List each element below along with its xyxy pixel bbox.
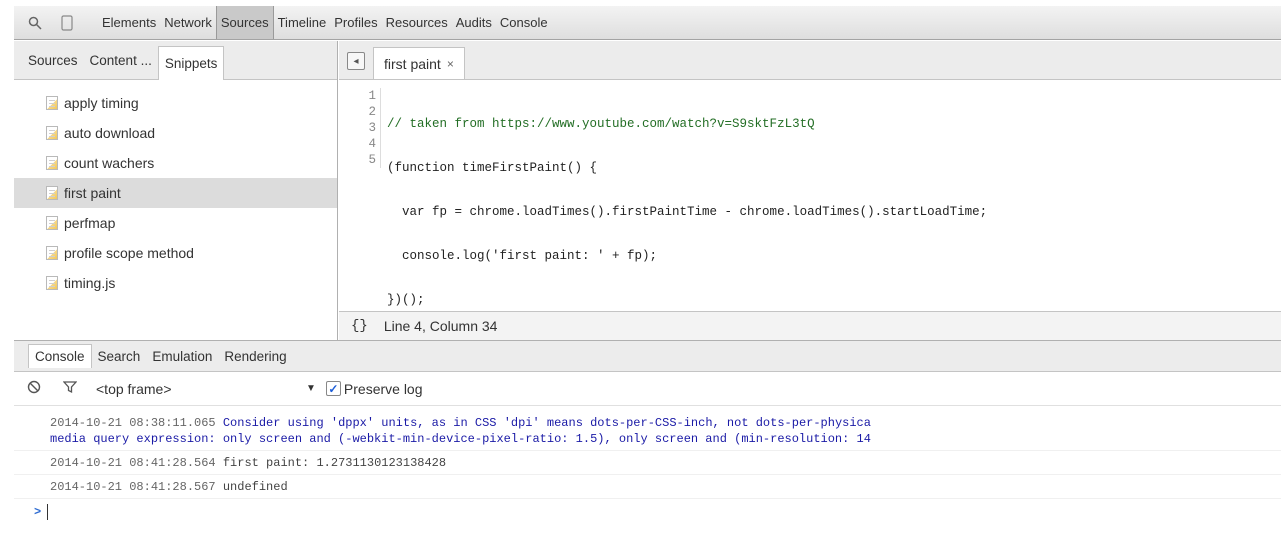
snippet-item[interactable]: auto download — [14, 118, 337, 148]
tab-resources[interactable]: Resources — [382, 6, 452, 39]
line-number: 3 — [368, 121, 376, 135]
filter-icon[interactable] — [60, 380, 80, 397]
console-message: 2014-10-21 08:41:28.567 undefined — [14, 475, 1281, 499]
tab-content-scripts[interactable]: Content ... — [84, 47, 158, 74]
snippet-item[interactable]: timing.js — [14, 268, 337, 298]
snippet-file-icon — [46, 126, 58, 140]
chevron-down-icon[interactable]: ▼ — [306, 383, 316, 394]
editor-file-tab[interactable]: first paint × — [373, 47, 465, 79]
pretty-print-button[interactable]: {} — [351, 318, 368, 334]
snippet-label: apply timing — [64, 95, 139, 111]
devtools-toolbar: Elements Network Sources Timeline Profil… — [14, 6, 1281, 40]
toggle-navigator-icon[interactable]: ◂ — [347, 52, 365, 70]
line-gutter: 1 2 3 4 5 — [339, 88, 381, 168]
snippet-file-icon — [46, 216, 58, 230]
snippet-item[interactable]: perfmap — [14, 208, 337, 238]
device-mode-icon[interactable] — [56, 12, 78, 34]
snippet-label: profile scope method — [64, 245, 194, 261]
snippet-label: timing.js — [64, 275, 116, 291]
console-messages: 2014-10-21 08:38:11.065 Consider using '… — [14, 412, 1281, 536]
tab-console[interactable]: Console — [496, 6, 552, 39]
line-number: 4 — [368, 137, 376, 151]
clear-console-icon[interactable] — [24, 380, 44, 397]
code-line: var fp = chrome.loadTimes().firstPaintTi… — [387, 205, 988, 219]
snippet-label: count wachers — [64, 155, 155, 171]
tab-timeline[interactable]: Timeline — [274, 6, 331, 39]
snippet-file-icon — [46, 96, 58, 110]
search-icon[interactable] — [24, 12, 46, 34]
tab-profiles[interactable]: Profiles — [330, 6, 381, 39]
snippet-file-icon — [46, 156, 58, 170]
text-caret — [47, 503, 49, 520]
prompt-chevron-icon: > — [34, 505, 42, 519]
snippet-file-icon — [46, 186, 58, 200]
navigator-tabs: Sources Content ... Snippets — [14, 41, 337, 80]
line-number: 2 — [368, 105, 376, 119]
code-editor[interactable]: 1 2 3 4 5 // taken from https://www.yout… — [339, 80, 1281, 310]
line-number: 1 — [368, 89, 376, 103]
message-timestamp: 2014-10-21 08:41:28.567 — [50, 480, 216, 494]
tab-sources-nav[interactable]: Sources — [22, 47, 84, 74]
drawer-tabs: Console Search Emulation Rendering — [14, 340, 1281, 372]
tab-sources[interactable]: Sources — [215, 6, 274, 39]
drawer-tab-emulation[interactable]: Emulation — [146, 345, 218, 368]
code-line: console.log('first paint: ' + fp); — [387, 249, 658, 263]
tab-elements[interactable]: Elements — [98, 6, 160, 39]
message-continuation: media query expression: only screen and … — [50, 432, 871, 446]
code-line: // taken from https://www.youtube.com/wa… — [387, 117, 815, 131]
message-timestamp: 2014-10-21 08:41:28.564 — [50, 456, 216, 470]
preserve-log-label: Preserve log — [343, 380, 423, 397]
snippet-item[interactable]: count wachers — [14, 148, 337, 178]
drawer-tab-rendering[interactable]: Rendering — [218, 345, 292, 368]
console-message: 2014-10-21 08:38:11.065 Consider using '… — [14, 412, 1281, 451]
panel-tabs: Elements Network Sources Timeline Profil… — [98, 6, 552, 39]
frame-selector[interactable]: <top frame> — [96, 381, 296, 397]
console-prompt[interactable]: > — [14, 499, 1281, 525]
message-text: undefined — [222, 480, 288, 494]
snippet-file-icon — [46, 246, 58, 260]
line-number: 5 — [368, 153, 376, 167]
tab-snippets[interactable]: Snippets — [157, 45, 225, 80]
console-toolbar: <top frame> ▼ ✓ Preserve log — [14, 372, 1281, 406]
code-line: (function timeFirstPaint() { — [387, 161, 598, 175]
message-timestamp: 2014-10-21 08:38:11.065 — [50, 416, 216, 430]
cursor-position: Line 4, Column 34 — [383, 318, 498, 334]
snippet-item-selected[interactable]: first paint — [14, 178, 337, 208]
snippet-item[interactable]: profile scope method — [14, 238, 337, 268]
snippet-label: auto download — [64, 125, 156, 141]
editor-panel: ◂ first paint × 1 2 3 4 5 // taken from … — [339, 41, 1281, 340]
console-message: 2014-10-21 08:41:28.564 first paint: 1.2… — [14, 451, 1281, 475]
close-icon[interactable]: × — [447, 57, 454, 71]
drawer-tab-search[interactable]: Search — [92, 345, 147, 368]
snippet-item[interactable]: apply timing — [14, 88, 337, 118]
snippet-label: perfmap — [64, 215, 116, 231]
snippet-list: apply timing auto download count wachers… — [14, 80, 337, 298]
snippet-label: first paint — [64, 185, 121, 201]
tab-audits[interactable]: Audits — [452, 6, 496, 39]
code-content: // taken from https://www.youtube.com/wa… — [387, 88, 987, 336]
editor-status-bar: {} Line 4, Column 34 — [339, 311, 1281, 340]
navigator-panel: Sources Content ... Snippets apply timin… — [14, 41, 338, 340]
message-text: Consider using 'dppx' units, as in CSS '… — [222, 416, 871, 430]
message-text: first paint: 1.2731130123138428 — [222, 456, 447, 470]
editor-tabs: ◂ first paint × — [339, 41, 1281, 80]
preserve-log-checkbox[interactable]: ✓ — [325, 381, 341, 396]
code-line: })(); — [387, 293, 425, 307]
editor-file-tab-label: first paint — [384, 55, 441, 72]
drawer-tab-console[interactable]: Console — [28, 344, 92, 368]
snippet-file-icon — [46, 276, 58, 290]
tab-network[interactable]: Network — [160, 6, 216, 39]
